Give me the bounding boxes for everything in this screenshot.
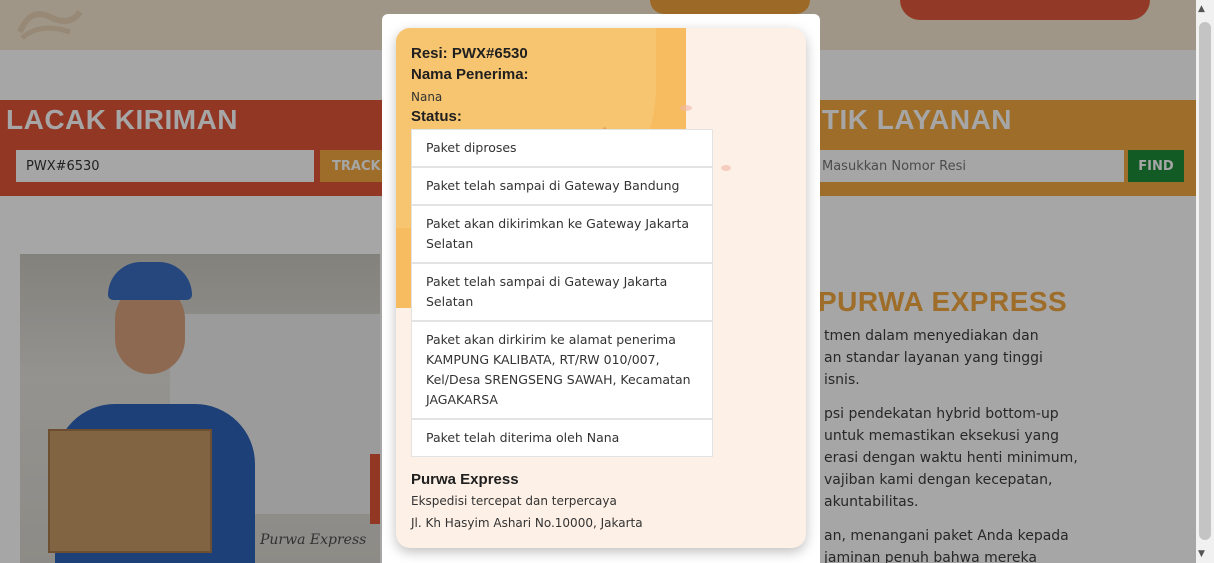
scroll-up-arrow-icon[interactable]: ▲	[1198, 4, 1205, 14]
company-name: Purwa Express	[411, 471, 519, 488]
status-item: Paket telah sampai di Gateway Jakarta Se…	[411, 263, 713, 321]
status-item: Paket akan dikirimkan ke Gateway Jakarta…	[411, 205, 713, 263]
company-address: Jl. Kh Hasyim Ashari No.10000, Jakarta	[411, 516, 643, 530]
resi-label: Resi: PWX#6530	[411, 45, 528, 62]
tracking-result-card: Resi: PWX#6530 Nama Penerima: Nana Statu…	[396, 28, 806, 548]
status-item: Paket telah sampai di Gateway Bandung	[411, 167, 713, 205]
scrollbar-thumb[interactable]	[1199, 22, 1211, 540]
scroll-down-arrow-icon[interactable]: ▼	[1198, 549, 1205, 559]
status-label: Status:	[411, 108, 462, 125]
status-item: Paket telah diterima oleh Nana	[411, 419, 713, 457]
recipient-label: Nama Penerima:	[411, 66, 529, 83]
status-list: Paket diproses Paket telah sampai di Gat…	[411, 129, 713, 457]
status-item: Paket akan dirkirim ke alamat penerima K…	[411, 321, 713, 419]
background-page: LACAK KIRIMAN TRACK TITIK LAYANAN FIND P…	[0, 0, 1196, 563]
recipient-name: Nana	[411, 90, 443, 104]
company-tagline: Ekspedisi tercepat dan terpercaya	[411, 494, 617, 508]
status-item: Paket diproses	[411, 129, 713, 167]
